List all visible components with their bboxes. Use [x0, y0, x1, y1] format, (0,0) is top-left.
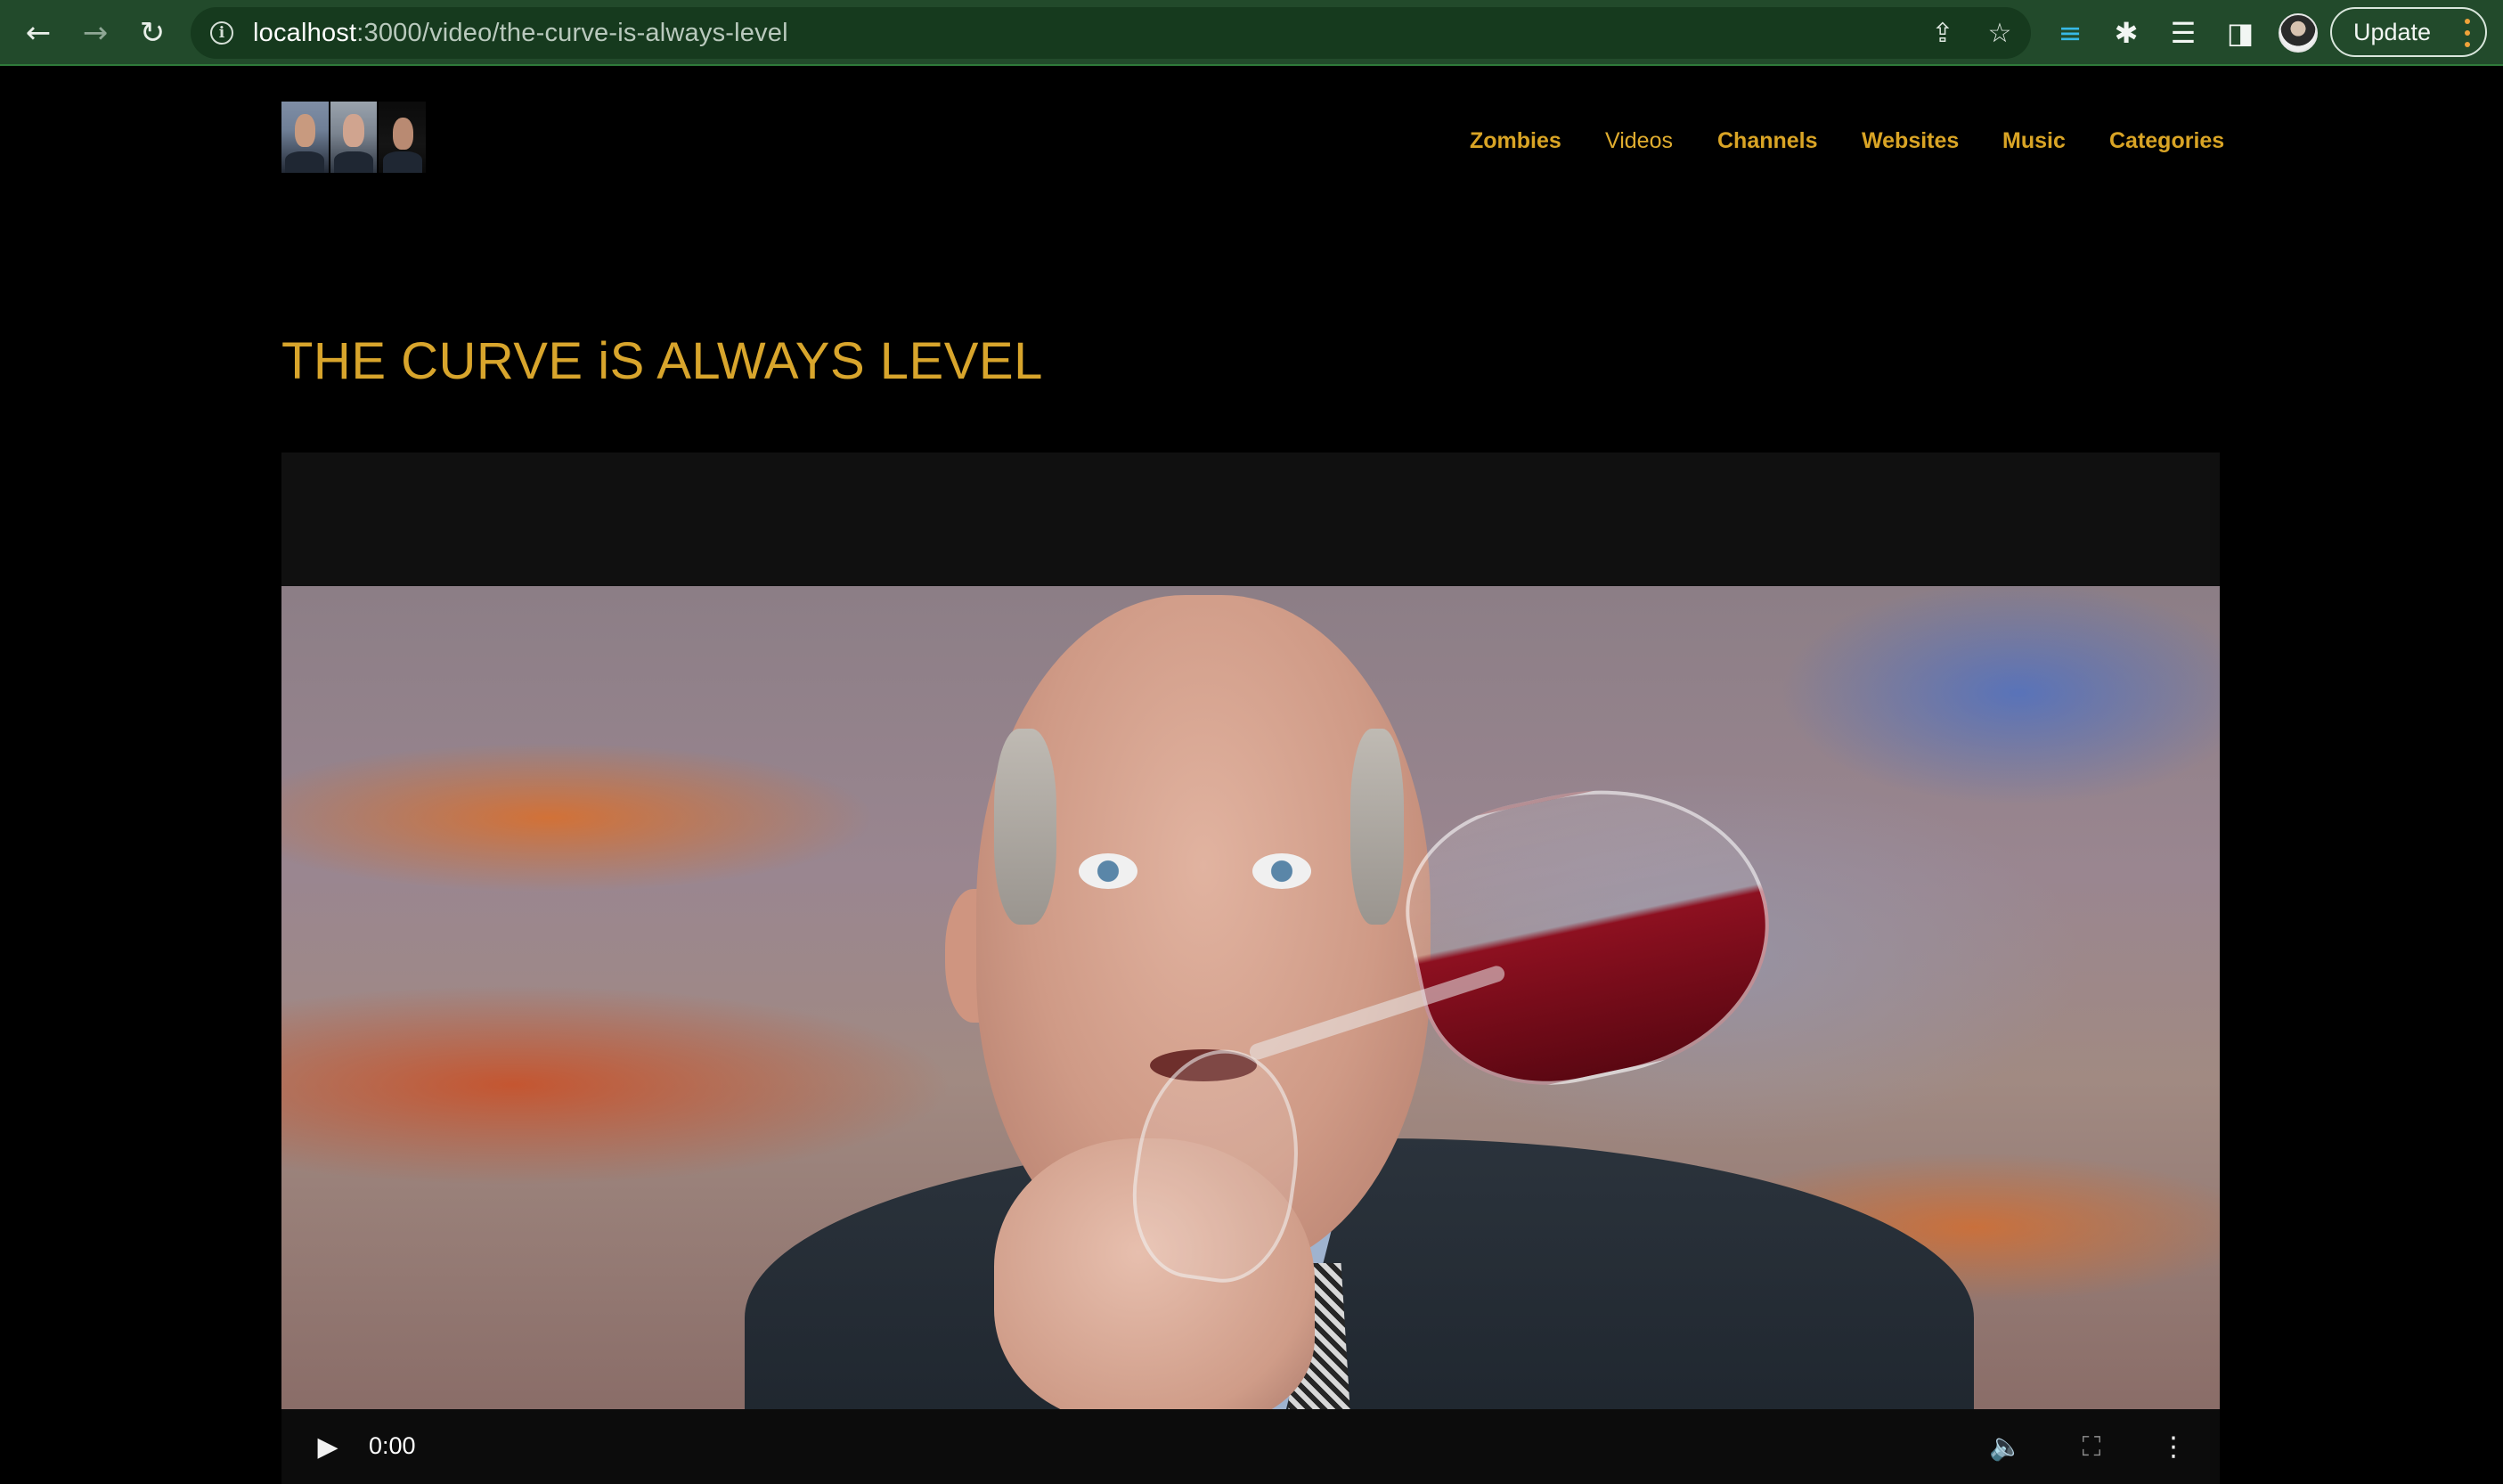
update-button[interactable]: Update [2330, 7, 2487, 57]
url-path: :3000/video/the-curve-is-always-level [356, 19, 788, 47]
nav-link-music[interactable]: Music [2002, 128, 2066, 154]
reading-list-icon[interactable]: ☰ [2165, 14, 2202, 52]
current-time: 0:00 [369, 1432, 416, 1459]
update-label: Update [2353, 18, 2432, 45]
address-bar[interactable]: i localhost:3000/video/the-curve-is-alwa… [191, 7, 2031, 59]
fullscreen-icon: ⛶ [2082, 1431, 2101, 1463]
volume-icon: 🔈 [1989, 1431, 2023, 1463]
nav-link-websites[interactable]: Websites [1862, 128, 1959, 154]
video-controls: ▶ 0:00 🔈 ⛶ ⋮ [281, 1409, 2220, 1484]
arrow-right-icon: → [82, 15, 109, 51]
main-nav: Zombies Videos Channels Websites Music C… [2, 128, 2501, 164]
back-button[interactable]: ← [18, 12, 59, 53]
nav-link-zombies[interactable]: Zombies [1470, 128, 1561, 154]
fullscreen-button[interactable]: ⛶ [2070, 1427, 2113, 1466]
browser-toolbar: ← → ↻ i localhost:3000/video/the-curve-i… [0, 0, 2503, 66]
info-icon[interactable]: i [210, 21, 233, 45]
arrow-left-icon: ← [25, 15, 52, 51]
mute-button[interactable]: 🔈 [1985, 1427, 2027, 1466]
video-frame[interactable] [281, 586, 2220, 1409]
reload-button[interactable]: ↻ [132, 12, 173, 53]
forward-button[interactable]: → [75, 12, 116, 53]
nav-link-categories[interactable]: Categories [2109, 128, 2224, 154]
options-button[interactable]: ⋮ [2156, 1427, 2191, 1466]
play-button[interactable]: ▶ [308, 1427, 347, 1466]
page-title: THE CURVE iS ALWAYS LEVEL [281, 332, 1043, 390]
filter-icon[interactable]: ≡ [2051, 14, 2089, 52]
reload-icon: ↻ [139, 15, 166, 51]
nav-link-channels[interactable]: Channels [1717, 128, 1818, 154]
kebab-menu-icon: ⋮ [2160, 1431, 2187, 1463]
video-player[interactable]: ▶ 0:00 🔈 ⛶ ⋮ [281, 453, 2220, 1484]
kebab-menu-icon[interactable] [2464, 19, 2471, 47]
url-host: localhost [253, 19, 357, 47]
side-panel-icon[interactable]: ◨ [2222, 14, 2259, 52]
share-icon[interactable]: ⇪ [1926, 16, 1960, 50]
play-icon: ▶ [317, 1431, 338, 1463]
nav-link-videos[interactable]: Videos [1605, 128, 1673, 154]
puzzle-icon[interactable]: ✱ [2108, 14, 2145, 52]
star-icon[interactable]: ☆ [1983, 16, 2017, 50]
profile-avatar[interactable] [2279, 13, 2318, 53]
page: Zombies Videos Channels Websites Music C… [2, 66, 2501, 1484]
url-text[interactable]: localhost:3000/video/the-curve-is-always… [253, 7, 788, 59]
